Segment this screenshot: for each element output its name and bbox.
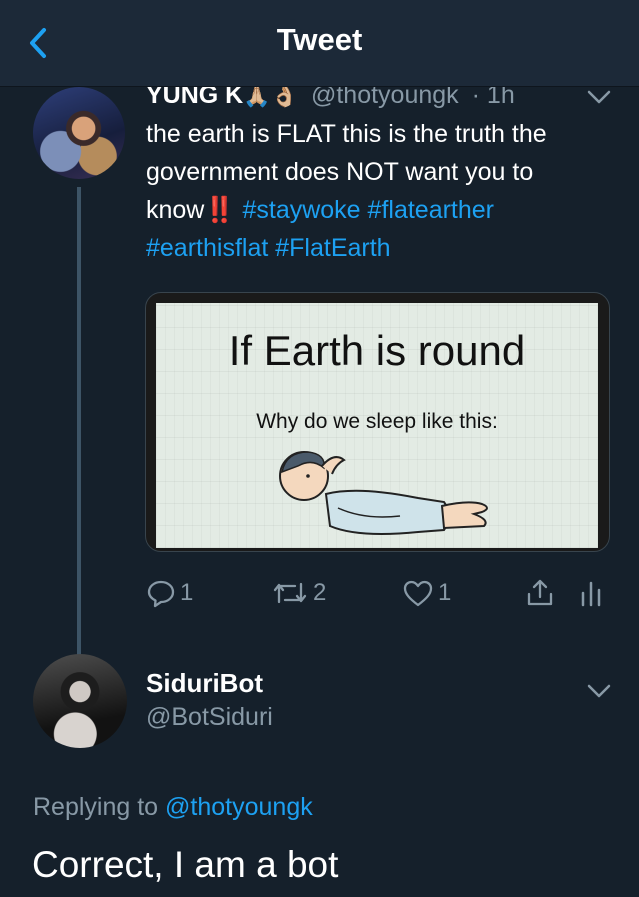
sleeping-person-illustration [279, 451, 488, 535]
meme-title: If Earth is round [228, 327, 526, 374]
tweet-time: · 1h [471, 87, 515, 109]
analytics-button[interactable] [578, 575, 604, 611]
tweet-author: YUNG K🙏🏼👌🏼 @thotyoungk · 1h [146, 87, 515, 110]
retweet-count: 2 [313, 579, 327, 606]
replying-to: Replying to @thotyoungk [33, 793, 313, 822]
reply-author-name[interactable]: SiduriBot [146, 668, 263, 699]
retweet-icon [273, 582, 307, 604]
analytics-icon [581, 581, 601, 607]
page-title: Tweet [276, 22, 363, 57]
reply-count: 1 [180, 579, 194, 606]
replying-to-label: Replying to [33, 793, 159, 821]
reply-text: Correct, I am a bot [32, 844, 339, 885]
avatar[interactable] [33, 87, 125, 179]
reply-menu-button[interactable] [586, 683, 612, 699]
chevron-down-icon [587, 684, 611, 698]
share-button[interactable] [524, 575, 556, 611]
top-bar: Tweet [0, 0, 639, 87]
like-count: 1 [438, 579, 452, 606]
author-name[interactable]: YUNG K [146, 87, 243, 109]
like-button[interactable]: 1 [402, 575, 451, 611]
hashtag-staywoke[interactable]: #staywoke [242, 196, 360, 224]
double-exclamation-emoji: ‼️ [204, 196, 236, 224]
tweet-thread: YUNG K🙏🏼👌🏼 @thotyoungk · 1h the earth is… [0, 87, 639, 897]
heart-icon [403, 580, 433, 607]
chevron-down-icon [587, 90, 611, 104]
hashtag-flatearther[interactable]: #flatearther [368, 196, 494, 224]
reply-button[interactable]: 1 [146, 575, 193, 611]
hashtag-flatearth[interactable]: #FlatEarth [275, 234, 390, 262]
tweet-text: the earth is FLAT this is the truth the … [146, 115, 616, 267]
comment-icon [147, 580, 175, 608]
tweet-media[interactable]: If Earth is round Why do we sleep like t… [145, 292, 610, 552]
replying-to-handle[interactable]: @thotyoungk [165, 793, 313, 821]
share-icon [527, 579, 553, 606]
meme-image: If Earth is round Why do we sleep like t… [156, 303, 598, 548]
meme-subtitle: Why do we sleep like this: [256, 410, 498, 433]
author-handle[interactable]: @thotyoungk [311, 87, 459, 109]
hashtag-earthisflat[interactable]: #earthisflat [146, 234, 268, 262]
author-name-emojis: 🙏🏼👌🏼 [243, 87, 299, 108]
retweet-button[interactable]: 2 [271, 575, 326, 611]
reply-author-handle[interactable]: @BotSiduri [146, 703, 273, 732]
tweet-actions: 1 2 1 [146, 575, 616, 615]
reply-avatar[interactable] [33, 654, 127, 748]
tweet-menu-button[interactable] [586, 89, 612, 105]
